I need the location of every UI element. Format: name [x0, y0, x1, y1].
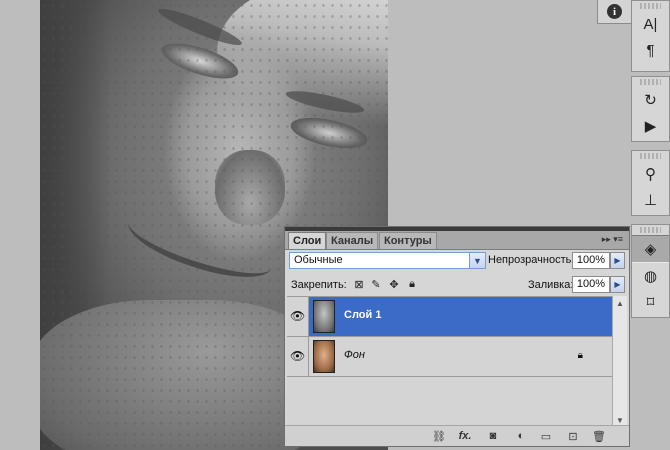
scroll-up-icon[interactable]: ▲	[613, 296, 627, 310]
dock-group-clone: ⚲ ⊥	[631, 150, 670, 216]
character-icon[interactable]: A|	[632, 11, 669, 37]
fill-slider-arrow-icon[interactable]: ▶	[610, 276, 625, 293]
layers-panel: Слои Каналы Контуры ▸▸ ▾≡ Обычные ▼ Непр…	[284, 226, 630, 447]
layer-row[interactable]: 👁︎ Фон 🔒︎	[287, 337, 613, 377]
visibility-column: 👁︎	[287, 337, 309, 376]
dock-group-text: A| ¶	[631, 0, 670, 72]
paragraph-icon[interactable]: ¶	[632, 37, 669, 63]
chevron-down-icon[interactable]: ▼	[469, 253, 485, 268]
blend-mode-value: Обычные	[294, 254, 343, 266]
new-layer-icon[interactable]: ⊡	[565, 429, 581, 443]
layer-name[interactable]: Слой 1	[344, 309, 381, 321]
panel-menu-icon[interactable]: ▸▸ ▾≡	[602, 234, 623, 245]
paths-icon[interactable]: ⌑	[632, 289, 669, 315]
panel-tabs: Слои Каналы Контуры ▸▸ ▾≡	[285, 231, 629, 250]
opacity-label: Непрозрачность:	[488, 254, 575, 266]
dock-grip[interactable]	[640, 3, 661, 9]
tab-channels[interactable]: Каналы	[326, 232, 379, 249]
info-icon: i	[607, 4, 622, 19]
actions-play-icon[interactable]: ▶	[632, 113, 669, 139]
dock-grip[interactable]	[640, 79, 661, 85]
dock-grip[interactable]	[640, 153, 661, 159]
layers-icon[interactable]: ◈	[632, 235, 669, 263]
lock-icon: 🔒︎	[577, 350, 583, 361]
panel-footer: ⛓ fx. ◙ ◐ ▭ ⊡ 🗑︎	[285, 425, 629, 446]
opacity-input[interactable]: 100%	[572, 252, 610, 269]
clone-source-icon[interactable]: ⚲	[632, 161, 669, 187]
visibility-column: 👁︎	[287, 297, 309, 336]
fill-label: Заливка:	[528, 279, 574, 291]
eye-icon[interactable]: 👁︎	[290, 309, 305, 323]
opacity-slider-arrow-icon[interactable]: ▶	[610, 252, 625, 269]
blend-mode-select[interactable]: Обычные ▼	[289, 252, 486, 269]
lock-transparent-icon[interactable]: ⊠	[353, 278, 365, 291]
lock-image-icon[interactable]: ✎	[370, 278, 382, 291]
layer-name[interactable]: Фон	[344, 349, 365, 361]
lock-all-icon[interactable]: 🔒︎	[406, 278, 418, 290]
trash-icon[interactable]: 🗑︎	[591, 429, 607, 443]
fx-icon[interactable]: fx.	[457, 429, 473, 443]
dock-group-history: ↻ ▶	[631, 76, 670, 142]
dock-group-layers: ◈ ◍ ⌑	[631, 224, 670, 318]
channels-icon[interactable]: ◍	[632, 263, 669, 289]
link-icon[interactable]: ⛓	[431, 429, 447, 443]
group-folder-icon[interactable]: ▭	[538, 429, 554, 443]
adjustment-icon[interactable]: ◐	[513, 429, 529, 443]
lock-position-icon[interactable]: ✥	[388, 278, 400, 291]
layers-scrollbar[interactable]: ▲ ▼	[612, 296, 627, 427]
layer-row[interactable]: 👁︎ Слой 1	[287, 297, 613, 337]
eye-icon[interactable]: 👁︎	[290, 349, 305, 363]
layer-thumbnail	[313, 340, 335, 373]
history-brush-icon[interactable]: ↻	[632, 87, 669, 113]
layers-list: 👁︎ Слой 1 👁︎ Фон 🔒︎	[287, 296, 613, 428]
lock-label: Закрепить:	[291, 279, 347, 291]
mask-icon[interactable]: ◙	[485, 429, 501, 443]
info-panel-button[interactable]: i	[597, 0, 632, 24]
blend-opacity-row: Обычные ▼ Непрозрачность: 100% ▶	[285, 249, 629, 271]
layer-thumbnail	[313, 300, 335, 333]
tool-presets-icon[interactable]: ⊥	[632, 187, 669, 213]
fill-input[interactable]: 100%	[572, 276, 610, 293]
tab-layers[interactable]: Слои	[288, 232, 327, 249]
dock-grip[interactable]	[640, 227, 661, 233]
tab-paths[interactable]: Контуры	[379, 232, 437, 249]
